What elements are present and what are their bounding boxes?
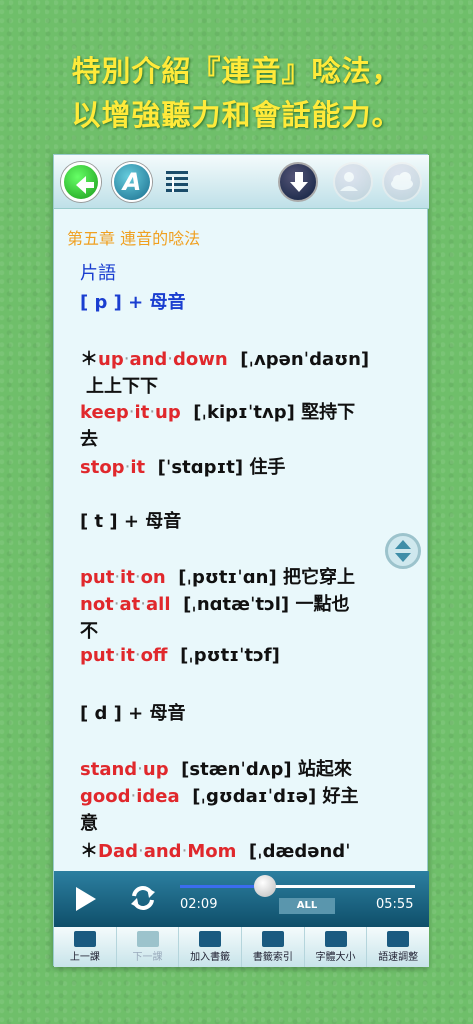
phrase-meaning: 不: [80, 621, 98, 642]
phrase-mark: ＊: [80, 841, 98, 862]
current-time: 02:09: [180, 897, 218, 912]
phrase-dad-and-mom[interactable]: ＊Dad‧and‧Mom [ˌdædəndˈ: [80, 837, 351, 863]
people-icon: [340, 172, 358, 191]
cloud-icon: [391, 172, 413, 190]
phrase-good-idea[interactable]: good‧idea [ˌgʊdaɪˈdɪə] 好主: [80, 782, 359, 808]
speech-speed-button[interactable]: 語速調整: [367, 927, 429, 967]
chapter-title: 第五章 連音的唸法: [67, 229, 201, 248]
audio-player: 02:09 ALL 05:55: [54, 871, 429, 927]
download-button[interactable]: [278, 162, 318, 202]
bookmark-index-button[interactable]: 書籤索引: [242, 927, 305, 967]
font-icon: A: [122, 168, 142, 196]
list-icon: [166, 171, 188, 192]
font-size-button[interactable]: 字體大小: [305, 927, 368, 967]
prev-lesson-icon: [73, 931, 96, 947]
app-window: A 第五章 連音的唸法 片語 [p] + 母音 ＊up‧and‧down […: [53, 154, 429, 967]
phrase-meaning: 意: [80, 813, 98, 834]
phrase-stand-up[interactable]: stand‧up [stænˈdʌp] 站起來: [80, 755, 352, 781]
next-lesson-icon: [136, 931, 159, 947]
phrase-put-it-on[interactable]: put‧it‧on [ˌpʊtɪˈɑn] 把它穿上: [80, 563, 355, 589]
add-bookmark-icon: [199, 931, 222, 947]
phrase-keep-it-up[interactable]: keep‧it‧up [ˌkipɪˈtʌp] 堅持下: [80, 398, 355, 424]
back-button[interactable]: [61, 162, 101, 202]
phrase-meaning: 上上下下: [86, 376, 158, 397]
back-arrow-icon: [76, 176, 94, 194]
top-toolbar: A: [54, 155, 429, 209]
progress-track[interactable]: [180, 885, 415, 888]
download-icon: [290, 172, 308, 192]
phrase-meaning: 去: [80, 429, 98, 450]
cloud-button[interactable]: [382, 162, 422, 202]
phrase-not-at-all[interactable]: not‧at‧all [ˌnɑtæˈtɔl] 一點也: [80, 590, 349, 616]
bottom-toolbar: 上一課 下一課 加入書籤 書籤索引 字體大小 語速調整: [54, 927, 429, 967]
phrase-stop-it[interactable]: stop‧it [ˈstɑpɪt] 住手: [80, 453, 285, 479]
play-icon[interactable]: [72, 885, 98, 913]
headline-line-1: 特別介紹『連音』唸法，: [71, 54, 402, 88]
font-button[interactable]: A: [112, 162, 152, 202]
lesson-content[interactable]: 第五章 連音的唸法 片語 [ p ] + 母音 ＊up‧and‧down [ˌʌ…: [54, 209, 429, 871]
repeat-icon[interactable]: [128, 883, 158, 913]
add-bookmark-button[interactable]: 加入書籤: [179, 927, 243, 967]
p-heading: [ p ] + 母音: [80, 292, 186, 313]
font-size-icon: [324, 931, 347, 947]
t-heading: [ t ] + 母音: [80, 511, 182, 532]
repeat-mode-badge[interactable]: ALL: [279, 898, 335, 914]
progress-thumb[interactable]: [253, 875, 276, 897]
people-button[interactable]: [333, 162, 373, 202]
headline-line-2: 以增強聽力和會話能力。: [71, 98, 402, 132]
d-heading: [ d ] + 母音: [80, 703, 186, 724]
phrase-up-and-down[interactable]: ＊up‧and‧down [ˌʌpənˈdaʊn]: [80, 345, 369, 371]
total-time: 05:55: [376, 897, 414, 912]
next-lesson-button[interactable]: 下一課: [117, 927, 180, 967]
prev-lesson-button[interactable]: 上一課: [54, 927, 117, 967]
phrase-put-it-off[interactable]: put‧it‧off [ˌpʊtɪˈtɔf]: [80, 645, 280, 666]
list-button[interactable]: [162, 162, 196, 202]
progress-fill: [180, 885, 265, 888]
scroll-button[interactable]: [385, 533, 421, 569]
bookmark-index-icon: [261, 931, 284, 947]
speed-gauge-icon: [387, 931, 410, 947]
scroll-updown-icon: [395, 540, 411, 562]
section-title: 片語: [80, 263, 116, 284]
phrase-mark: ＊: [80, 349, 98, 370]
